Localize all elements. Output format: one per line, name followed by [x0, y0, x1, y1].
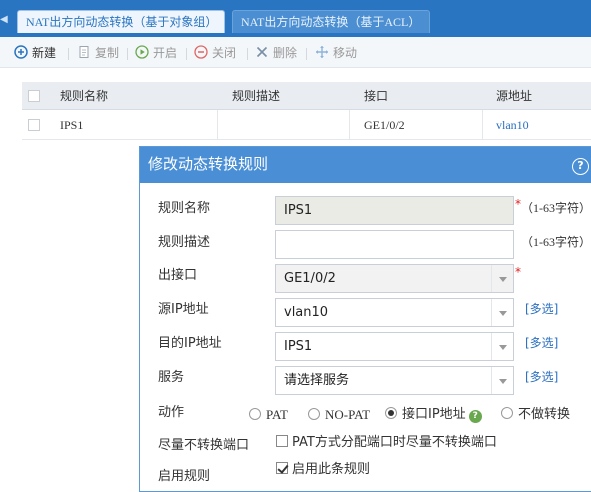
- tab-nat-object-group[interactable]: NAT出方向动态转换（基于对象组）: [17, 10, 225, 33]
- delete-button[interactable]: 删除: [255, 44, 297, 62]
- top-bar: ◀ NAT出方向动态转换（基于对象组） NAT出方向动态转换（基于ACL）: [0, 0, 591, 37]
- copy-button[interactable]: 复制: [77, 44, 119, 62]
- rule-name-input[interactable]: IPS1: [275, 196, 514, 225]
- no-port-translate-label: 尽量不转换端口: [158, 438, 250, 453]
- edit-rule-dialog: 修改动态转换规则 ? 规则名称 IPS1 * （1-63字符） 规则描述 （1-…: [139, 146, 591, 492]
- move-button[interactable]: 移动: [315, 44, 357, 62]
- action-radio-interface-ip[interactable]: 接口IP地址?: [385, 407, 482, 423]
- rule-desc-hint: （1-63字符）: [521, 235, 591, 249]
- action-label: 动作: [158, 405, 185, 420]
- delete-label: 删除: [273, 46, 298, 60]
- radio-label: 不做转换: [518, 407, 571, 422]
- service-label: 服务: [158, 370, 185, 385]
- radio-button-selected[interactable]: [385, 407, 397, 419]
- copy-label: 复制: [95, 46, 120, 60]
- out-interface-select[interactable]: GE1/0/2: [275, 264, 514, 293]
- divider: [127, 48, 128, 60]
- move-label: 移动: [333, 46, 358, 60]
- checkbox-label: PAT方式分配端口时尽量不转换端口: [292, 435, 497, 450]
- copy-icon: [77, 45, 91, 59]
- enable-label: 开启: [153, 46, 178, 60]
- radio-button[interactable]: [249, 408, 261, 420]
- source-ip-select[interactable]: vlan10: [275, 298, 514, 327]
- cell-name: IPS1: [60, 118, 84, 132]
- source-ip-value: vlan10: [284, 305, 329, 320]
- radio-button[interactable]: [308, 408, 320, 420]
- dest-ip-multiselect-link[interactable]: [多选]: [525, 334, 558, 351]
- play-icon: [135, 45, 149, 59]
- required-mark: *: [515, 265, 521, 279]
- out-interface-label: 出接口: [158, 268, 198, 283]
- new-button[interactable]: 新建: [14, 44, 56, 62]
- checkbox[interactable]: [276, 435, 288, 447]
- cell-source-link[interactable]: vlan10: [496, 110, 529, 139]
- disable-label: 关闭: [212, 46, 237, 60]
- rules-table: 规则名称 规则描述 接口 源地址 IPS1 GE1/0/2 vlan10: [22, 82, 591, 140]
- chevron-down-icon[interactable]: [491, 367, 513, 394]
- out-interface-value: GE1/0/2: [284, 271, 336, 286]
- chevron-down-icon[interactable]: [491, 265, 513, 292]
- divider: [68, 48, 69, 60]
- dialog-header: 修改动态转换规则 ?: [140, 147, 591, 183]
- radio-label: PAT: [266, 407, 288, 422]
- source-ip-multiselect-link[interactable]: [多选]: [525, 300, 558, 317]
- scroll-left-icon[interactable]: ◀: [0, 14, 8, 26]
- help-icon[interactable]: ?: [572, 158, 589, 175]
- dest-ip-value: IPS1: [284, 339, 313, 354]
- add-icon: [14, 45, 28, 59]
- radio-label: NO-PAT: [325, 407, 371, 422]
- enable-rule-checkbox[interactable]: 启用此条规则: [276, 462, 370, 478]
- cell-interface: GE1/0/2: [364, 118, 405, 132]
- no-port-translate-checkbox[interactable]: PAT方式分配端口时尽量不转换端口: [276, 435, 497, 451]
- chevron-down-icon[interactable]: [491, 333, 513, 360]
- new-label: 新建: [32, 46, 57, 60]
- table-header: 规则名称 规则描述 接口 源地址: [22, 82, 591, 110]
- help-icon[interactable]: ?: [468, 410, 482, 423]
- divider: [482, 110, 483, 139]
- table-row[interactable]: IPS1 GE1/0/2 vlan10: [22, 110, 591, 140]
- divider: [349, 110, 350, 139]
- action-radio-pat[interactable]: PAT: [249, 407, 288, 423]
- column-header-name[interactable]: 规则名称: [60, 82, 108, 109]
- tab-nat-acl[interactable]: NAT出方向动态转换（基于ACL）: [232, 10, 430, 33]
- radio-button[interactable]: [501, 407, 513, 419]
- source-ip-label: 源IP地址: [158, 302, 209, 317]
- divider: [306, 48, 307, 60]
- disable-button[interactable]: 关闭: [194, 44, 236, 62]
- column-header-interface[interactable]: 接口: [364, 82, 388, 109]
- toolbar: 新建 复制 开启 关闭 删除 移动: [0, 37, 591, 68]
- rule-desc-label: 规则描述: [158, 235, 211, 250]
- enable-button[interactable]: 开启: [135, 44, 177, 62]
- delete-icon: [255, 45, 269, 59]
- checkbox-checked[interactable]: [276, 462, 288, 474]
- dest-ip-label: 目的IP地址: [158, 336, 222, 351]
- divider: [217, 110, 218, 139]
- move-icon: [315, 45, 329, 59]
- stop-icon: [194, 45, 208, 59]
- service-multiselect-link[interactable]: [多选]: [525, 368, 558, 385]
- enable-rule-label: 启用规则: [158, 469, 211, 484]
- rule-name-label: 规则名称: [158, 201, 211, 216]
- rule-desc-input[interactable]: [275, 230, 514, 259]
- chevron-down-icon[interactable]: [491, 299, 513, 326]
- rule-name-hint: （1-63字符）: [521, 201, 591, 215]
- dialog-title: 修改动态转换规则: [148, 155, 269, 173]
- service-select[interactable]: 请选择服务: [275, 366, 514, 395]
- action-radio-no-translate[interactable]: 不做转换: [501, 407, 570, 423]
- radio-label: 接口IP地址: [402, 407, 466, 422]
- column-header-source[interactable]: 源地址: [496, 82, 532, 109]
- checkbox-label: 启用此条规则: [292, 462, 371, 477]
- dest-ip-select[interactable]: IPS1: [275, 332, 514, 361]
- action-radio-no-pat[interactable]: NO-PAT: [308, 407, 370, 423]
- row-checkbox[interactable]: [28, 119, 40, 131]
- column-header-desc[interactable]: 规则描述: [232, 82, 280, 109]
- divider: [247, 48, 248, 60]
- select-all-checkbox[interactable]: [28, 90, 40, 102]
- service-value: 请选择服务: [284, 373, 350, 388]
- divider: [186, 48, 187, 60]
